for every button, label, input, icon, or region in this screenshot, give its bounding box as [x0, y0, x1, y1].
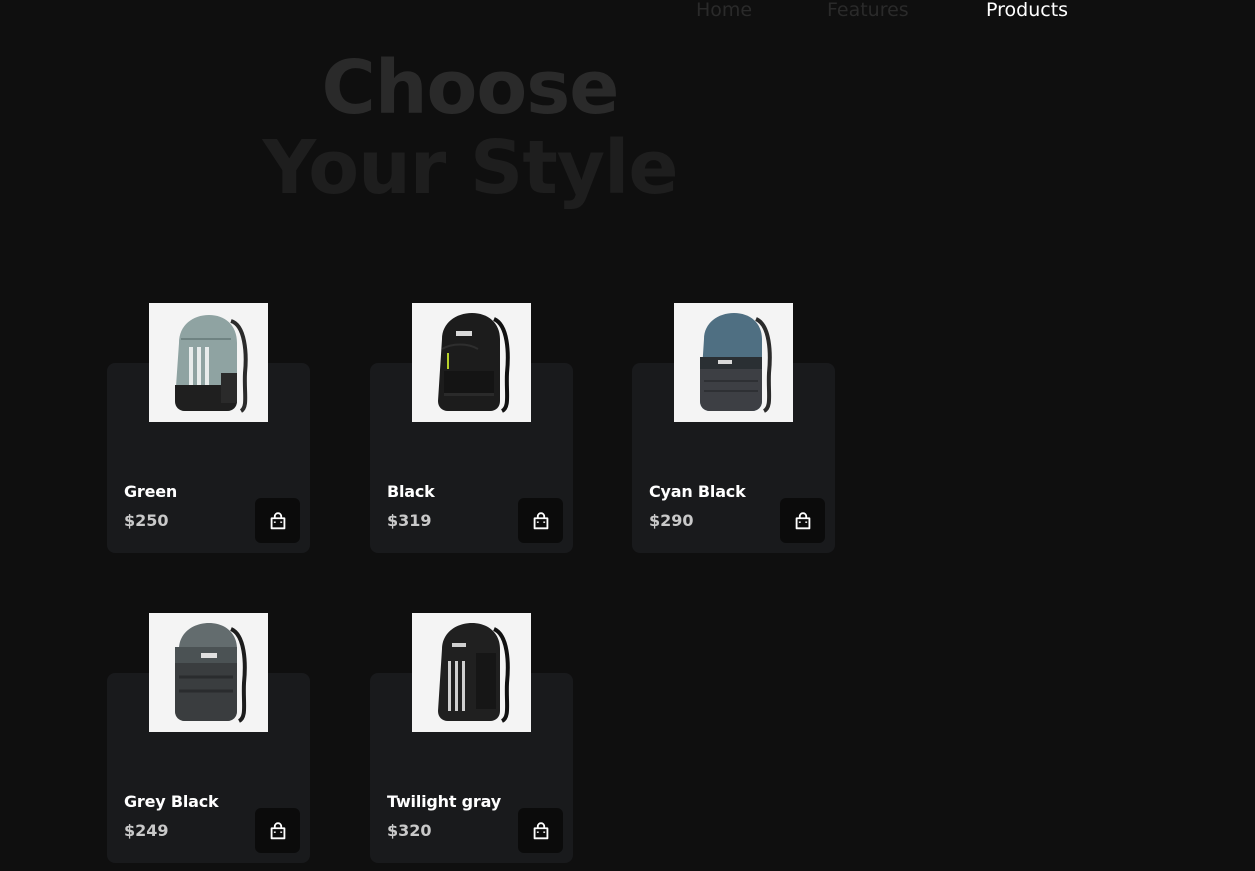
nav-features-link[interactable]: Features — [827, 0, 909, 23]
product-card: Green $250 — [107, 303, 310, 553]
product-card: Cyan Black $290 — [632, 303, 835, 553]
cyan-black-backpack-icon — [700, 313, 772, 413]
product-name: Green — [124, 482, 178, 501]
nav-home-link[interactable]: Home — [696, 0, 752, 23]
shopping-bag-icon — [533, 821, 548, 839]
product-card: Twilight gray $320 — [370, 613, 573, 863]
shopping-bag-icon — [795, 511, 810, 529]
add-to-cart-button[interactable] — [255, 498, 300, 543]
twilight-gray-backpack-icon — [438, 623, 510, 723]
product-name: Grey Black — [124, 792, 219, 811]
product-card: Grey Black $249 — [107, 613, 310, 863]
hero-line-1: Choose — [321, 45, 620, 131]
product-price: $250 — [124, 511, 169, 530]
product-image[interactable] — [149, 303, 268, 422]
product-image[interactable] — [412, 303, 531, 422]
product-image[interactable] — [412, 613, 531, 732]
black-backpack-icon — [438, 313, 510, 413]
top-nav: Home Features Products — [0, 0, 1255, 27]
shopping-bag-icon — [270, 821, 285, 839]
green-backpack-icon — [175, 315, 248, 413]
product-image[interactable] — [674, 303, 793, 422]
nav-products-link[interactable]: Products — [986, 0, 1068, 23]
product-card: Black $319 — [370, 303, 573, 553]
add-to-cart-button[interactable] — [255, 808, 300, 853]
product-price: $249 — [124, 821, 169, 840]
product-name: Twilight gray — [387, 792, 501, 811]
product-image[interactable] — [149, 613, 268, 732]
add-to-cart-button[interactable] — [518, 498, 563, 543]
product-name: Black — [387, 482, 435, 501]
shopping-bag-icon — [270, 511, 285, 529]
add-to-cart-button[interactable] — [780, 498, 825, 543]
product-price: $290 — [649, 511, 694, 530]
grey-black-backpack-icon — [175, 623, 247, 723]
product-price: $319 — [387, 511, 432, 530]
add-to-cart-button[interactable] — [518, 808, 563, 853]
hero-line-2: Your Style — [262, 125, 678, 211]
shopping-bag-icon — [533, 511, 548, 529]
product-name: Cyan Black — [649, 482, 746, 501]
product-price: $320 — [387, 821, 432, 840]
hero-heading: Choose Your Style — [200, 48, 740, 208]
